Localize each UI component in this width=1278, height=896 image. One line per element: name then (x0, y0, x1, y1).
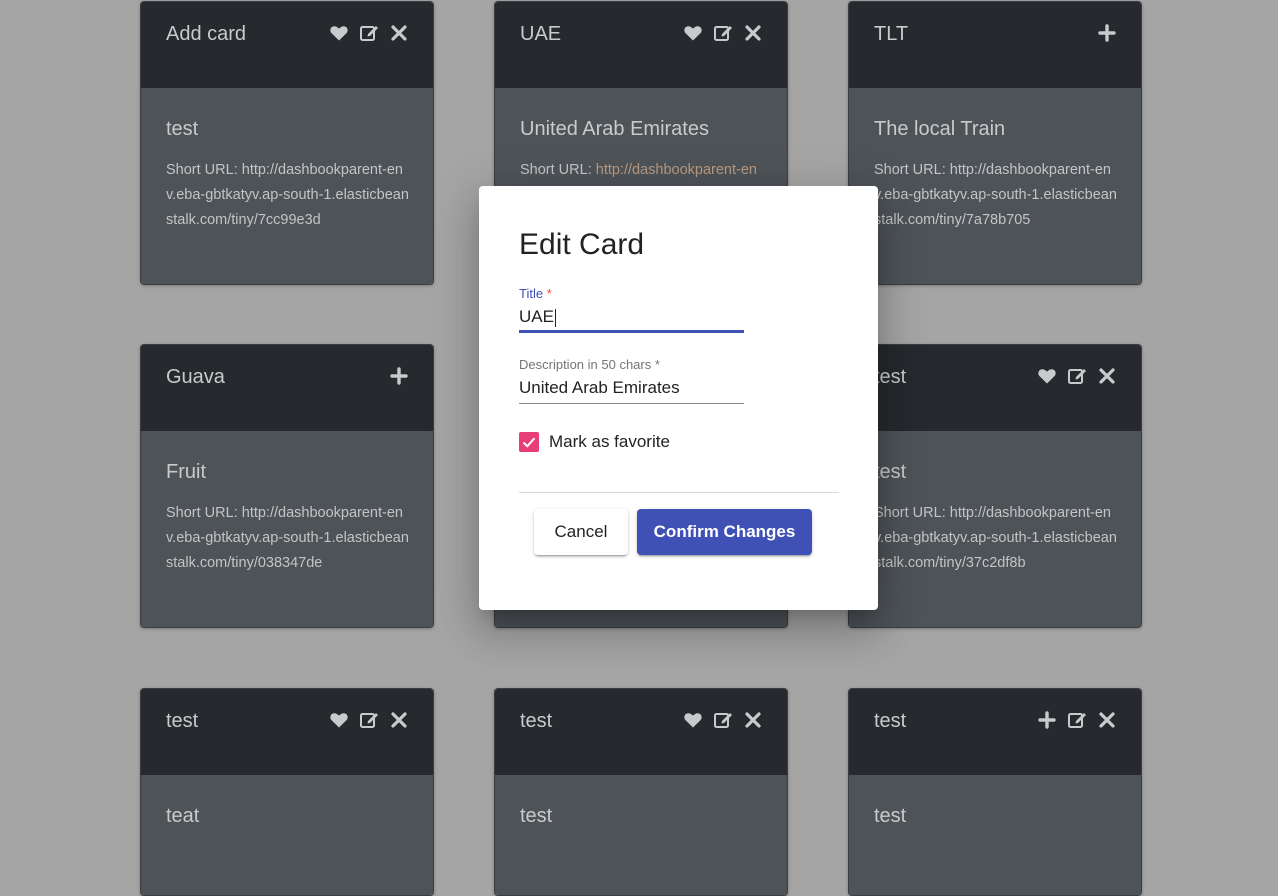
description-field[interactable]: Description in 50 chars * United Arab Em… (519, 357, 744, 404)
title-field[interactable]: Title * UAE (519, 286, 744, 333)
description-field-label: Description in 50 chars * (519, 357, 660, 372)
title-field-label: Title * (519, 286, 744, 301)
text-caret (554, 308, 556, 327)
favorite-checkbox[interactable] (519, 432, 539, 452)
confirm-changes-button[interactable]: Confirm Changes (637, 509, 812, 555)
cancel-button[interactable]: Cancel (534, 509, 628, 555)
dialog-title: Edit Card (519, 228, 645, 261)
title-label-text: Title (519, 286, 544, 301)
edit-card-dialog: Edit Card Title * UAE Description in 50 … (479, 186, 878, 610)
required-mark: * (546, 286, 552, 301)
check-icon (522, 437, 536, 448)
favorite-label: Mark as favorite (549, 432, 670, 451)
title-input[interactable]: UAE (519, 307, 744, 333)
favorite-checkbox-row[interactable]: Mark as favorite (519, 432, 670, 452)
description-input[interactable]: United Arab Emirates (519, 378, 744, 404)
title-input-value: UAE (519, 307, 554, 326)
dialog-divider (519, 492, 839, 493)
